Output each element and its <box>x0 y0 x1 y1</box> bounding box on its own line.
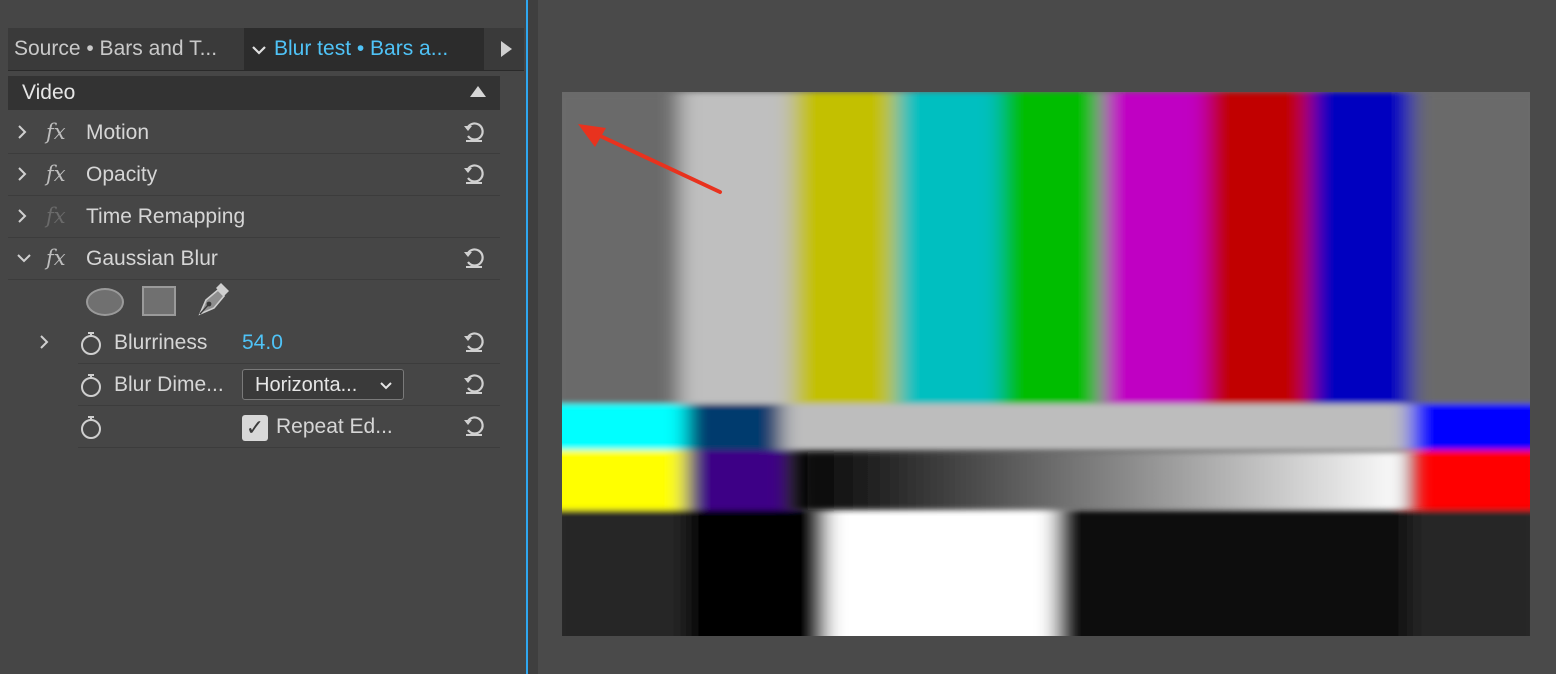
fx-toggle-icon[interactable]: fx <box>46 238 66 279</box>
triangle-up-icon[interactable] <box>470 86 486 97</box>
blur-dimensions-selected: Horizonta... <box>255 374 358 396</box>
chevron-down-icon <box>379 370 393 401</box>
stopwatch-icon[interactable] <box>80 331 102 355</box>
pen-mask-icon[interactable] <box>194 282 230 318</box>
blurriness-value[interactable]: 54.0 <box>242 322 283 363</box>
chevron-right-icon[interactable] <box>16 154 36 197</box>
tab-source[interactable]: Source • Bars and T... <box>14 28 238 70</box>
panel-gutter <box>528 0 538 674</box>
tab-source-label: Source • Bars and T... <box>14 37 218 60</box>
effect-row-motion[interactable]: fx Motion <box>8 112 500 154</box>
blur-dimensions-dropdown[interactable]: Horizonta... <box>242 369 404 400</box>
chevron-right-icon[interactable] <box>16 112 36 155</box>
param-label-blurriness: Blurriness <box>114 331 208 354</box>
effect-name-time-remapping: Time Remapping <box>86 205 246 228</box>
rectangle-mask-icon[interactable] <box>142 286 176 316</box>
effect-row-gaussian-blur[interactable]: fx Gaussian Blur <box>8 238 500 280</box>
reset-icon[interactable] <box>462 372 486 396</box>
video-section-header[interactable]: Video <box>8 76 500 110</box>
reset-icon[interactable] <box>462 162 486 186</box>
panel-tab-bar: Source • Bars and T... Blur test • Bars … <box>8 28 524 71</box>
effect-name-gaussian-blur: Gaussian Blur <box>86 247 218 270</box>
ellipse-mask-icon[interactable] <box>86 288 124 316</box>
tab-effect-controls[interactable]: Blur test • Bars a... <box>244 28 484 70</box>
fx-toggle-icon[interactable]: fx <box>46 112 66 153</box>
chevron-down-icon[interactable] <box>244 28 274 70</box>
chevron-right-icon[interactable] <box>38 322 50 364</box>
param-row-repeat-edge: ✓ Repeat Ed... <box>78 406 500 448</box>
fx-toggle-icon[interactable]: fx <box>46 154 66 195</box>
effect-controls-panel: Source • Bars and T... Blur test • Bars … <box>0 0 526 674</box>
tab-effect-controls-label: Blur test • Bars a... <box>274 37 449 60</box>
effect-row-opacity[interactable]: fx Opacity <box>8 154 500 196</box>
mask-tools <box>86 282 246 318</box>
param-label-repeat-edge: Repeat Ed... <box>276 415 393 438</box>
effect-name-motion: Motion <box>86 121 150 144</box>
stopwatch-icon[interactable] <box>80 373 102 397</box>
repeat-edge-checkbox[interactable]: ✓ <box>242 415 268 441</box>
annotation-arrow-icon <box>578 124 722 194</box>
param-label-blur-dimensions: Blur Dime... <box>114 373 224 396</box>
chevron-down-icon[interactable] <box>16 238 36 279</box>
reset-icon[interactable] <box>462 246 486 270</box>
play-right-icon[interactable] <box>488 28 524 70</box>
checkmark-icon: ✓ <box>245 415 265 440</box>
video-section-title: Video <box>22 81 76 104</box>
stopwatch-icon[interactable] <box>80 415 102 439</box>
reset-icon[interactable] <box>462 330 486 354</box>
param-row-blur-dimensions: Blur Dime... Horizonta... <box>78 364 500 406</box>
param-row-blurriness: Blurriness 54.0 <box>40 322 500 364</box>
effect-row-time-remapping[interactable]: fx Time Remapping <box>8 196 500 238</box>
reset-icon[interactable] <box>462 120 486 144</box>
reset-icon[interactable] <box>462 414 486 438</box>
effect-name-opacity: Opacity <box>86 163 158 186</box>
fx-toggle-icon: fx <box>46 204 66 228</box>
chevron-right-icon[interactable] <box>16 196 36 239</box>
